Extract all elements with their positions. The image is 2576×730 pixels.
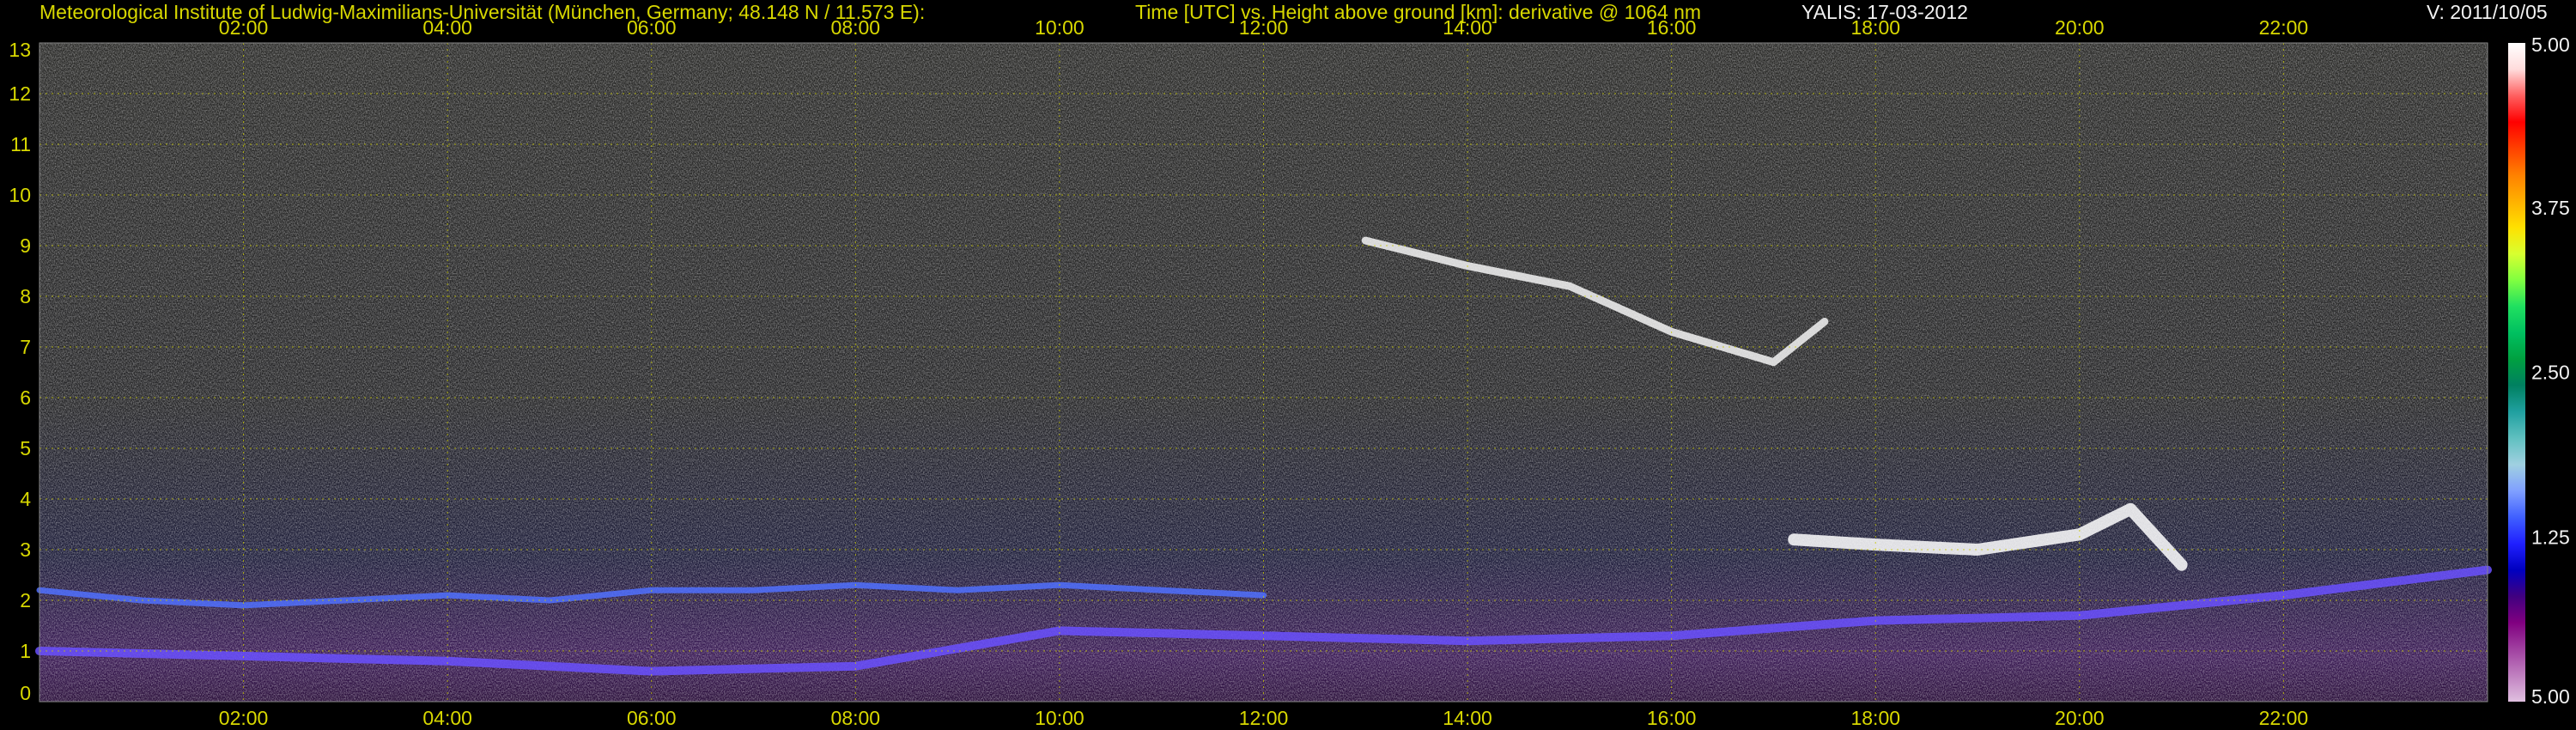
y-tick-label: 6 xyxy=(20,386,31,409)
y-tick-label: 7 xyxy=(20,336,31,358)
y-tick-label: 3 xyxy=(20,538,31,561)
x-tick-label-top: 10:00 xyxy=(1035,16,1084,39)
y-tick-label: 4 xyxy=(20,488,31,510)
y-tick-label: 13 xyxy=(9,39,31,61)
x-tick-label-top: 14:00 xyxy=(1443,16,1492,39)
colorbar-tick-label: 2.50 xyxy=(2531,362,2570,384)
y-tick-label: 1 xyxy=(20,640,31,662)
x-tick-label-top: 16:00 xyxy=(1647,16,1697,39)
colorbar-tick-label: 5.00 xyxy=(2531,685,2570,708)
x-tick-label-bottom: 08:00 xyxy=(831,707,881,729)
x-tick-label-bottom: 06:00 xyxy=(627,707,677,729)
colorbar-scale xyxy=(2508,43,2525,702)
x-tick-label-bottom: 14:00 xyxy=(1443,707,1492,729)
y-tick-label: 8 xyxy=(20,285,31,307)
colorbar-tick-label: 1.25 xyxy=(2531,526,2570,548)
x-tick-label-top: 08:00 xyxy=(831,16,881,39)
y-tick-label: 9 xyxy=(20,234,31,257)
x-tick-label-top: 22:00 xyxy=(2259,16,2309,39)
x-tick-label-top: 04:00 xyxy=(422,16,472,39)
x-tick-label-bottom: 02:00 xyxy=(219,707,269,729)
x-tick-label-top: 06:00 xyxy=(627,16,677,39)
lidar-chart: 02:00 02:00 04:00 04:00 06:00 06:00 08:00 08:00… xyxy=(9,16,2570,729)
x-tick-label-bottom: 16:00 xyxy=(1647,707,1697,729)
colorbar-tick-label: 5.00 xyxy=(2531,33,2570,56)
x-tick-label-bottom: 04:00 xyxy=(422,707,472,729)
y-tick-label: 0 xyxy=(20,682,31,704)
y-tick-label: 11 xyxy=(10,133,31,155)
x-tick-label-bottom: 22:00 xyxy=(2259,707,2309,729)
x-tick-label-bottom: 10:00 xyxy=(1035,707,1084,729)
x-tick-label-top: 18:00 xyxy=(1850,16,1900,39)
y-tick-label: 5 xyxy=(20,437,31,459)
y-tick-label: 10 xyxy=(9,184,31,206)
colorbar-tick-label: 3.75 xyxy=(2531,197,2570,219)
y-tick-label: 2 xyxy=(20,589,31,611)
x-tick-label-bottom: 18:00 xyxy=(1850,707,1900,729)
y-tick-label: 12 xyxy=(9,82,31,105)
x-tick-label-bottom: 20:00 xyxy=(2055,707,2105,729)
x-tick-label-top: 12:00 xyxy=(1239,16,1289,39)
x-tick-label-top: 02:00 xyxy=(219,16,269,39)
x-tick-label-top: 20:00 xyxy=(2055,16,2105,39)
x-tick-label-bottom: 12:00 xyxy=(1239,707,1289,729)
